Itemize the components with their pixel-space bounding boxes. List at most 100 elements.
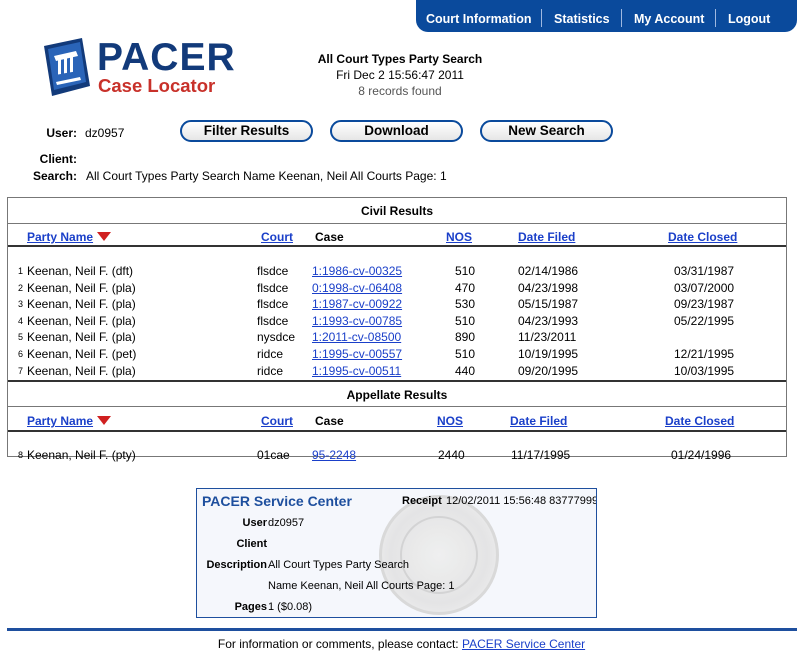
row-number: 8	[18, 450, 24, 460]
case-number-link[interactable]: 1:1986-cv-00325	[312, 264, 402, 278]
appellate-results-title: Appellate Results	[346, 388, 448, 402]
civil-header-party-name[interactable]: Party Name	[27, 230, 112, 244]
civil-header-case: Case	[315, 230, 344, 244]
user-value: dz0957	[85, 126, 125, 140]
case-number-link[interactable]: 95-2248	[312, 448, 356, 462]
page-title: All Court Types Party Search	[317, 52, 483, 66]
new-search-button[interactable]: New Search	[480, 120, 613, 142]
case-number-link[interactable]: 1:2011-cv-08500	[312, 330, 401, 344]
date-filed-cell: 04/23/1998	[518, 280, 579, 295]
date-closed-cell: 12/21/1995	[674, 347, 735, 361]
receipt-pages-label: Pages	[234, 601, 267, 613]
case-number-link[interactable]: 1:1995-cv-00511	[312, 364, 401, 378]
filter-results-button[interactable]: Filter Results	[180, 120, 313, 142]
party-name-cell: Keenan, Neil F. (pla)	[27, 363, 136, 378]
service-center-receipt: PACER Service Center Receipt 12/02/2011 …	[196, 488, 597, 618]
nav-my-account[interactable]: My Account	[634, 12, 704, 26]
civil-header-date-filed[interactable]: Date Filed	[518, 230, 575, 244]
nos-cell: 530	[455, 297, 476, 312]
table-row: 3 Keenan, Neil F. (pla) flsdce 1:1987-cv-00…	[8, 297, 786, 313]
service-center-title: PACER Service Center	[202, 493, 352, 509]
nos-cell: 2440	[438, 448, 465, 462]
date-filed-cell: 04/23/1993	[518, 313, 579, 328]
table-row: 7 Keenan, Neil F. (pla) ridce 1:1995-cv-005…	[8, 364, 786, 380]
row-number: 5	[18, 332, 24, 343]
party-name-cell: Keenan, Neil F. (pla)	[27, 297, 136, 312]
receipt-description-line1: All Court Types Party Search	[268, 559, 410, 571]
date-filed-cell: 05/15/1987	[518, 297, 579, 312]
table-row: 8 Keenan, Neil F. (pty) 01cae 95-2248 2440 11…	[8, 448, 786, 464]
receipt-description-line2: Name Keenan, Neil All Courts Page: 1	[268, 580, 455, 592]
sort-descending-icon	[97, 415, 112, 425]
footer-contact-link[interactable]: PACER Service Center	[462, 637, 585, 651]
row-number: 1	[18, 266, 24, 276]
party-name-cell: Keenan, Neil F. (pla)	[27, 330, 136, 345]
search-label: Search:	[32, 169, 77, 183]
table-row: 2 Keenan, Neil F. (pla) flsdce 0:1998-cv-06…	[8, 281, 786, 297]
nav-statistics[interactable]: Statistics	[554, 12, 610, 26]
footer-text: For information or comments, please cont…	[217, 637, 462, 651]
date-filed-cell: 10/19/1995	[518, 347, 579, 361]
civil-header-nos[interactable]: NOS	[446, 230, 472, 244]
row-number: 2	[18, 282, 24, 293]
nav-court-information[interactable]: Court Information	[426, 12, 532, 26]
civil-header-date-closed[interactable]: Date Closed	[668, 230, 737, 244]
date-filed-cell: 02/14/1986	[518, 264, 579, 278]
records-count: 8 records found	[358, 84, 442, 98]
appellate-header-date-filed[interactable]: Date Filed	[510, 414, 567, 428]
party-name-cell: Keenan, Neil F. (dft)	[27, 264, 134, 278]
date-closed-cell: 09/23/1987	[674, 297, 735, 312]
case-link[interactable]: 1:1993-cv-00785	[312, 314, 402, 328]
case-number-link[interactable]: 1:1993-cv-00785	[312, 314, 402, 328]
case-link[interactable]: 1:1987-cv-00922	[312, 297, 402, 311]
download-button[interactable]: Download	[330, 120, 463, 142]
case-link[interactable]: 1:1986-cv-00325	[312, 264, 402, 278]
row-number: 7	[18, 365, 24, 376]
civil-header-court[interactable]: Court	[261, 230, 293, 244]
search-datetime: Fri Dec 2 15:56:47 2011	[336, 68, 464, 82]
case-link[interactable]: 95-2248	[312, 448, 356, 462]
date-filed-cell: 09/20/1995	[518, 363, 579, 378]
court-cell: flsdce	[257, 313, 289, 328]
party-name-cell: Keenan, Neil F. (pla)	[27, 280, 136, 295]
party-name-cell: Keenan, Neil F. (pla)	[27, 313, 136, 328]
table-row: 6 Keenan, Neil F. (pet) ridce 1:1995-cv-005…	[8, 347, 786, 363]
case-link[interactable]: 1:1995-cv-00557	[312, 347, 402, 361]
appellate-header-nos[interactable]: NOS	[437, 414, 463, 428]
case-link[interactable]: 1:2011-cv-08500	[312, 330, 401, 344]
appellate-header-date-closed[interactable]: Date Closed	[665, 414, 734, 428]
date-closed-cell: 05/22/1995	[674, 313, 735, 328]
nos-cell: 510	[455, 264, 476, 278]
row-number: 3	[18, 299, 24, 310]
judiciary-seal-watermark	[379, 495, 499, 615]
table-row: 5 Keenan, Neil F. (pla) nysdce 1:2011-cv-08…	[8, 330, 786, 346]
footer: For information or comments, please cont…	[0, 637, 803, 651]
case-link[interactable]: 0:1998-cv-06408	[312, 281, 402, 295]
nav-separator	[621, 9, 622, 27]
case-number-link[interactable]: 1:1995-cv-00557	[312, 347, 402, 361]
receipt-user-label: User	[242, 517, 267, 529]
user-label: User:	[46, 126, 77, 140]
client-label: Client:	[39, 152, 77, 166]
appellate-header-court[interactable]: Court	[261, 414, 293, 428]
case-link[interactable]: 1:1995-cv-00511	[312, 364, 401, 378]
search-summary-header: All Court Types Party Search Fri Dec 2 1…	[280, 51, 520, 99]
nos-cell: 470	[455, 280, 476, 295]
date-filed-cell: 11/23/2011	[518, 330, 577, 345]
receipt-client-label: Client	[236, 538, 267, 550]
court-cell: ridce	[257, 347, 284, 361]
pacer-logo[interactable]: PACER Case Locator	[38, 36, 235, 98]
row-number: 4	[18, 315, 24, 326]
nos-cell: 440	[455, 363, 476, 378]
date-closed-cell: 10/03/1995	[674, 363, 735, 378]
appellate-header-party-name[interactable]: Party Name	[27, 414, 112, 428]
court-cell: flsdce	[257, 297, 289, 312]
party-name-header-label: Party Name	[27, 414, 94, 428]
row-number: 6	[18, 349, 24, 359]
footer-divider	[7, 628, 797, 631]
courthouse-columns-icon	[44, 38, 90, 96]
nav-logout[interactable]: Logout	[728, 12, 770, 26]
case-number-link[interactable]: 1:1987-cv-00922	[312, 297, 402, 311]
case-number-link[interactable]: 0:1998-cv-06408	[312, 281, 402, 295]
court-cell: ridce	[257, 363, 284, 378]
